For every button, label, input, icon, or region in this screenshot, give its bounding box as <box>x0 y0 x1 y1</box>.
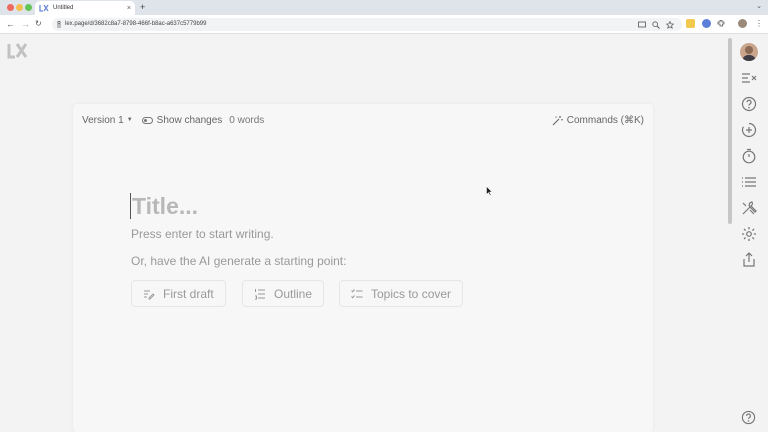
scrollbar[interactable] <box>728 38 732 224</box>
mouse-pointer-icon <box>486 186 493 196</box>
tab-close-icon[interactable]: × <box>127 5 131 12</box>
compare-icon[interactable] <box>741 70 757 86</box>
browser-tab[interactable]: Untitled × <box>35 1 135 15</box>
title-input[interactable]: Title... <box>132 193 198 220</box>
ai-starting-point-prompt: Or, have the AI generate a starting poin… <box>131 254 347 268</box>
outline-button[interactable]: Outline <box>242 280 325 307</box>
help-icon[interactable] <box>741 96 757 112</box>
editor-toolbar: Version 1 ▼ Show changes 0 words Command… <box>82 113 644 127</box>
text-caret <box>130 193 131 219</box>
pencil-lines-icon <box>144 290 155 299</box>
checklist-icon <box>351 288 363 298</box>
tools-icon[interactable] <box>741 200 757 216</box>
profile-icon[interactable] <box>738 19 747 28</box>
extensions-puzzle-icon[interactable] <box>717 19 726 28</box>
maximize-window-button[interactable] <box>25 4 32 11</box>
url-text: lex.page/d/3682c8a7-8798-466f-b8ac-a637c… <box>65 21 207 27</box>
zoom-icon[interactable] <box>652 21 660 29</box>
list-icon[interactable] <box>741 174 757 190</box>
lex-logo-icon[interactable] <box>7 42 29 60</box>
commands-button[interactable]: Commands (⌘K) <box>552 115 644 126</box>
browser-menu-icon[interactable]: ⋮ <box>755 19 763 29</box>
share-icon[interactable] <box>741 252 757 268</box>
new-tab-button[interactable]: + <box>140 2 145 12</box>
minimize-window-button[interactable] <box>16 4 23 11</box>
first-draft-label: First draft <box>163 286 214 301</box>
show-changes-label[interactable]: Show changes <box>157 115 223 126</box>
gear-icon[interactable] <box>741 226 757 242</box>
topics-to-cover-button[interactable]: Topics to cover <box>339 280 464 307</box>
version-label: Version 1 <box>82 114 124 126</box>
tab-search-chevron-icon[interactable]: ⌄ <box>756 2 762 10</box>
first-draft-button[interactable]: First draft <box>131 280 226 307</box>
reload-button[interactable]: ↻ <box>35 19 42 29</box>
topics-to-cover-label: Topics to cover <box>371 286 452 301</box>
help-bottom-icon[interactable] <box>741 410 756 425</box>
back-button[interactable]: ← <box>6 19 15 29</box>
avatar[interactable] <box>740 43 758 61</box>
close-window-button[interactable] <box>7 4 14 11</box>
extension-blue-icon[interactable] <box>702 19 711 28</box>
outline-label: Outline <box>274 286 313 301</box>
browser-tab-bar: Untitled × + ⌄ <box>0 0 768 15</box>
numbered-list-icon <box>255 288 265 299</box>
commands-label: Commands (⌘K) <box>566 114 644 126</box>
start-writing-hint: Press enter to start writing. <box>131 227 274 241</box>
bookmark-star-icon[interactable] <box>666 21 674 29</box>
extension-k-icon[interactable] <box>686 19 695 28</box>
address-bar[interactable]: lex.page/d/3682c8a7-8798-466f-b8ac-a637c… <box>52 18 682 31</box>
show-changes-toggle[interactable] <box>141 116 153 124</box>
chevron-down-icon: ▼ <box>126 117 133 123</box>
browser-toolbar: ← → ↻ lex.page/d/3682c8a7-8798-466f-b8ac… <box>0 15 768 34</box>
tab-title: Untitled <box>53 5 74 11</box>
editor-card: Version 1 ▼ Show changes 0 words Command… <box>73 104 653 432</box>
forward-button[interactable]: → <box>21 19 30 29</box>
magic-wand-icon <box>552 115 563 125</box>
lex-favicon-icon <box>39 4 49 12</box>
timer-icon[interactable] <box>741 148 757 164</box>
version-dropdown[interactable]: Version 1 ▼ <box>82 115 133 126</box>
word-count: 0 words <box>229 114 265 126</box>
site-info-icon[interactable] <box>56 20 62 28</box>
add-comment-icon[interactable] <box>741 122 757 138</box>
cast-icon[interactable] <box>638 21 646 29</box>
